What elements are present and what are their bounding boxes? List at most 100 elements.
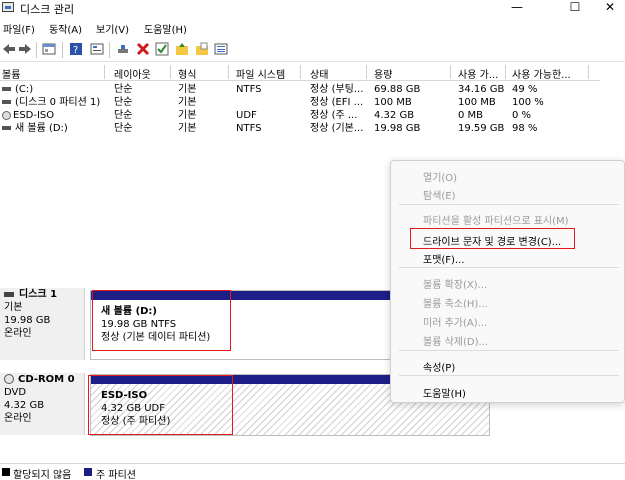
up-folder-icon[interactable] xyxy=(175,42,189,56)
menu-item-format[interactable]: 포맷(F)... xyxy=(423,251,465,266)
menu-item-help[interactable]: 도움말(H) xyxy=(423,385,466,400)
volume-icon xyxy=(2,100,11,104)
menu-item-explore[interactable]: 탐색(E) xyxy=(423,187,456,202)
column-header-capacity[interactable]: 용량 xyxy=(372,66,448,80)
menu-item-extend-volume[interactable]: 볼륨 확장(X)... xyxy=(423,276,487,291)
forward-arrow-icon[interactable] xyxy=(18,42,32,56)
menu-item-open[interactable]: 열기(O) xyxy=(423,169,457,184)
menu-item-delete-volume[interactable]: 볼륨 삭제(D)... xyxy=(423,333,488,348)
percent-free-cell: 0 % xyxy=(512,110,532,121)
layout-cell: 단순 xyxy=(114,97,133,108)
column-header-filesystem[interactable]: 파일 시스템 xyxy=(234,66,298,80)
title-bar: 디스크 관리 — ☐ ✕ xyxy=(0,0,625,16)
percent-free-cell: 100 % xyxy=(512,97,544,108)
table-row[interactable]: ESD-ISO 단순 기본 UDF 정상 (주 ... 4.32 GB 0 MB… xyxy=(0,109,600,122)
minimize-button[interactable]: — xyxy=(502,0,532,16)
volume-cell: 새 볼륨 (D:) xyxy=(0,122,104,135)
type-cell: 기본 xyxy=(178,84,197,95)
connect-icon[interactable] xyxy=(116,42,130,56)
status-cell: 정상 (주 ... xyxy=(310,110,358,121)
table-row[interactable]: (C:) 단순 기본 NTFS 정상 (부팅... 69.88 GB 34.16… xyxy=(0,83,600,96)
volume-name: (C:) xyxy=(15,84,34,95)
column-header-status[interactable]: 상태 xyxy=(308,66,366,80)
toolbar: ? xyxy=(0,38,625,62)
menu-separator xyxy=(399,350,619,351)
volume-cell: (디스크 0 파티션 1) xyxy=(0,96,104,109)
menu-file[interactable]: 파일(F) xyxy=(3,21,35,36)
menu-help[interactable]: 도움말(H) xyxy=(144,21,187,36)
table-row[interactable]: (디스크 0 파티션 1) 단순 기본 정상 (EFI ... 100 MB 1… xyxy=(0,96,600,109)
legend-primary-partition: 주 파티션 xyxy=(96,470,136,480)
check-icon[interactable] xyxy=(155,42,169,56)
capacity-cell: 69.88 GB xyxy=(374,84,421,95)
highlight-box xyxy=(92,290,231,351)
percent-free-cell: 49 % xyxy=(512,84,538,95)
percent-free-cell: 98 % xyxy=(512,123,538,134)
unallocated-swatch xyxy=(2,468,10,476)
column-separator[interactable] xyxy=(104,65,105,79)
table-header: 볼륨 레이아웃 형식 파일 시스템 상태 용량 사용 가... 사용 가능한..… xyxy=(0,63,600,81)
panel-icon[interactable] xyxy=(42,42,56,56)
properties-icon[interactable] xyxy=(90,42,104,56)
status-cell: 정상 (기본... xyxy=(310,123,364,134)
help-icon[interactable]: ? xyxy=(69,42,83,56)
capacity-cell: 19.98 GB xyxy=(374,123,421,134)
delete-icon[interactable] xyxy=(136,42,150,56)
column-separator[interactable] xyxy=(228,65,229,79)
table-row[interactable]: 새 볼륨 (D:) 단순 기본 NTFS 정상 (기본... 19.98 GB … xyxy=(0,122,600,135)
filesystem-cell: NTFS xyxy=(236,123,262,134)
highlight-box xyxy=(410,228,575,249)
volume-name: 새 볼륨 (D:) xyxy=(15,123,68,134)
volume-table: 볼륨 레이아웃 형식 파일 시스템 상태 용량 사용 가... 사용 가능한..… xyxy=(0,63,625,143)
column-separator[interactable] xyxy=(170,65,171,79)
column-header-layout[interactable]: 레이아웃 xyxy=(112,66,170,80)
column-header-percent-free[interactable]: 사용 가능한... xyxy=(510,66,588,80)
cdrom-0-label[interactable]: CD-ROM 0 DVD 4.32 GB 온라인 xyxy=(0,373,85,435)
status-cell: 정상 (부팅... xyxy=(310,84,364,95)
close-button[interactable]: ✕ xyxy=(595,0,625,16)
disk-1-status: 온라인 xyxy=(4,328,32,339)
filesystem-cell: UDF xyxy=(236,110,257,121)
menu-bar: 파일(F) 동작(A) 보기(V) 도움말(H) xyxy=(0,18,625,38)
disk-1-label[interactable]: 디스크 1 기본 19.98 GB 온라인 xyxy=(0,288,85,360)
maximize-button[interactable]: ☐ xyxy=(560,0,590,16)
menu-item-shrink-volume[interactable]: 볼륨 축소(H)... xyxy=(423,295,488,310)
column-header-type[interactable]: 형식 xyxy=(176,66,228,80)
open-folder-icon[interactable] xyxy=(195,42,209,56)
window-title: 디스크 관리 xyxy=(20,3,75,16)
capacity-cell: 4.32 GB xyxy=(374,110,415,121)
column-separator[interactable] xyxy=(588,65,589,79)
menu-item-mark-active[interactable]: 파티션을 활성 파티션으로 표시(M) xyxy=(423,212,569,227)
primary-partition-swatch xyxy=(84,468,92,476)
svg-text:?: ? xyxy=(73,45,78,56)
column-separator[interactable] xyxy=(505,65,506,79)
back-arrow-icon[interactable] xyxy=(2,42,16,56)
volume-cell: (C:) xyxy=(0,83,104,96)
layout-cell: 단순 xyxy=(114,110,133,121)
disk-management-app-icon xyxy=(2,2,14,12)
toolbar-separator xyxy=(109,42,110,58)
menu-view[interactable]: 보기(V) xyxy=(96,21,129,36)
context-menu: 열기(O) 탐색(E) 파티션을 활성 파티션으로 표시(M) 드라이브 문자 … xyxy=(390,160,625,403)
toolbar-separator xyxy=(36,42,37,58)
volume-name: ESD-ISO xyxy=(13,110,55,121)
menu-item-add-mirror[interactable]: 미러 추가(A)... xyxy=(423,314,487,329)
list-icon[interactable] xyxy=(214,42,228,56)
menu-item-properties[interactable]: 속성(P) xyxy=(423,359,455,374)
volume-icon xyxy=(2,126,11,130)
column-separator[interactable] xyxy=(450,65,451,79)
menu-action[interactable]: 동작(A) xyxy=(49,21,82,36)
column-header-volume[interactable]: 볼륨 xyxy=(0,66,104,80)
type-cell: 기본 xyxy=(178,97,197,108)
cdrom-0-status: 온라인 xyxy=(4,413,32,424)
column-header-free-space[interactable]: 사용 가... xyxy=(456,66,504,80)
disk-1-type: 기본 xyxy=(4,302,23,313)
status-cell: 정상 (EFI ... xyxy=(310,97,364,108)
free-space-cell: 34.16 GB xyxy=(458,84,505,95)
cdrom-0-name: CD-ROM 0 xyxy=(18,374,75,385)
column-separator[interactable] xyxy=(366,65,367,79)
column-separator[interactable] xyxy=(300,65,301,79)
layout-cell: 단순 xyxy=(114,123,133,134)
volume-cell: ESD-ISO xyxy=(0,109,104,122)
disk-1-size: 19.98 GB xyxy=(4,315,51,326)
